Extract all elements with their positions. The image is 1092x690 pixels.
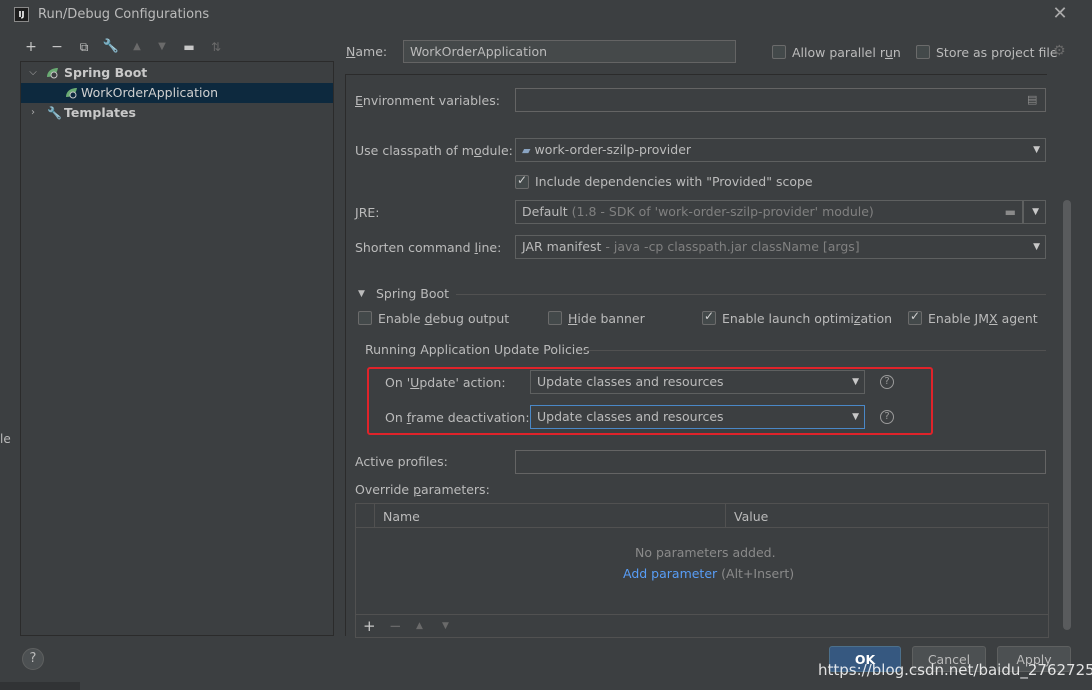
help-icon[interactable]: ? — [880, 375, 894, 389]
on-frame-deactivation-select[interactable]: Update classes and resources ▼ — [530, 405, 865, 429]
env-vars-input[interactable] — [515, 88, 1046, 112]
include-dependencies-checkbox[interactable] — [515, 173, 529, 189]
wrench-icon: 🔧 — [47, 106, 62, 120]
spring-boot-app-icon — [66, 88, 77, 99]
active-profiles-label: Active profiles: — [355, 454, 448, 469]
enable-jmx-agent-label: Enable JMX agent — [928, 311, 1038, 326]
column-header-name[interactable]: Name — [383, 509, 420, 524]
close-icon[interactable]: ✕ — [1050, 4, 1070, 24]
name-input[interactable]: WorkOrderApplication — [403, 40, 736, 63]
scroll-area-top-border — [345, 74, 1047, 75]
enable-launch-optimization-checkbox[interactable] — [702, 309, 716, 325]
chevron-down-icon[interactable]: ⌵ — [27, 63, 39, 83]
shorten-command-line-select[interactable]: JAR manifest - java -cp classpath.jar cl… — [515, 235, 1046, 259]
spring-boot-icon — [47, 68, 58, 79]
enable-debug-output-checkbox[interactable] — [358, 311, 372, 325]
override-parameters-table: Name Value No parameters added. Add para… — [355, 503, 1049, 638]
chevron-down-icon: ▼ — [1033, 145, 1040, 155]
new-folder-icon[interactable]: ▬ — [180, 38, 198, 56]
hide-banner-label: Hide banner — [568, 311, 645, 326]
on-update-action-select[interactable]: Update classes and resources ▼ — [530, 370, 865, 394]
on-update-action-label: On 'Update' action: — [385, 375, 506, 390]
column-divider — [374, 504, 375, 528]
empty-table-text: No parameters added. — [635, 545, 776, 560]
section-divider — [456, 294, 1046, 295]
tree-label-spring-boot: Spring Boot — [64, 65, 148, 80]
jre-label: JRE: — [355, 205, 380, 220]
update-policies-divider — [583, 350, 1046, 351]
remove-icon[interactable]: − — [389, 617, 402, 635]
classpath-label: Use classpath of module: — [355, 143, 513, 158]
chevron-right-icon[interactable]: › — [27, 103, 39, 123]
help-icon[interactable]: ? — [880, 410, 894, 424]
window-title: Run/Debug Configurations — [38, 7, 210, 22]
allow-parallel-run-label: Allow parallel run — [792, 45, 901, 60]
chevron-down-icon: ▼ — [1033, 242, 1040, 252]
table-toolbar-divider — [356, 614, 1048, 615]
column-header-value[interactable]: Value — [734, 509, 768, 524]
add-icon[interactable]: + — [22, 38, 40, 56]
allow-parallel-run-checkbox[interactable] — [772, 45, 786, 59]
intellij-app-icon: IJ — [14, 7, 29, 22]
add-icon[interactable]: + — [363, 617, 376, 635]
shorten-command-line-label: Shorten command line: — [355, 240, 502, 255]
override-parameters-label: Override parameters: — [355, 482, 490, 497]
jre-dropdown-button[interactable]: ▼ — [1023, 200, 1046, 224]
add-parameter-link[interactable]: Add parameter — [623, 566, 717, 581]
sort-icon[interactable]: ⇅ — [207, 38, 225, 56]
move-down-icon[interactable]: ▼ — [153, 38, 171, 56]
section-collapse-icon[interactable]: ▼ — [358, 289, 365, 299]
wrench-icon[interactable]: 🔧 — [102, 38, 120, 56]
left-edge-text: le — [0, 432, 11, 446]
configuration-tree: ⌵ Spring Boot WorkOrderApplication › 🔧 T… — [20, 61, 334, 636]
hide-banner-checkbox[interactable] — [548, 311, 562, 325]
bottom-strip — [0, 682, 80, 690]
tree-node-templates[interactable]: › 🔧 Templates — [21, 103, 333, 123]
document-icon[interactable]: ▤ — [1027, 93, 1037, 106]
enable-debug-output-label: Enable debug output — [378, 311, 510, 326]
scroll-area-left-border — [345, 74, 346, 636]
jre-select[interactable]: Default (1.8 - SDK of 'work-order-szilp-… — [515, 200, 1023, 224]
module-folder-icon: ▰ — [522, 144, 531, 157]
add-parameter-row: Add parameter (Alt+Insert) — [623, 566, 794, 581]
run-debug-dialog: IJ Run/Debug Configurations ✕ + − ⧉ 🔧 ▲ … — [0, 0, 1092, 690]
move-up-icon[interactable]: ▲ — [128, 38, 146, 56]
add-parameter-shortcut: (Alt+Insert) — [721, 566, 795, 581]
copy-icon[interactable]: ⧉ — [75, 38, 93, 56]
tree-node-spring-boot[interactable]: ⌵ Spring Boot — [21, 63, 333, 83]
tree-label-workorderapplication: WorkOrderApplication — [81, 85, 219, 100]
watermark-text: https://blog.csdn.net/baidu_27627251 — [818, 661, 1092, 679]
title-bar: IJ Run/Debug Configurations ✕ — [0, 0, 1092, 30]
on-frame-deactivation-label: On frame deactivation: — [385, 410, 530, 425]
move-down-icon[interactable]: ▼ — [442, 621, 449, 631]
remove-icon[interactable]: − — [48, 38, 66, 56]
table-header: Name Value — [356, 504, 1048, 528]
scrollbar-thumb[interactable] — [1063, 200, 1071, 630]
tree-label-templates: Templates — [64, 105, 136, 120]
spring-boot-section-title: Spring Boot — [376, 286, 450, 301]
move-up-icon[interactable]: ▲ — [416, 621, 423, 631]
help-icon[interactable]: ? — [22, 648, 44, 670]
chevron-down-icon: ▼ — [852, 412, 859, 422]
enable-jmx-agent-checkbox[interactable] — [908, 309, 922, 325]
gear-icon[interactable]: ⚙ — [1053, 43, 1066, 59]
update-policies-title: Running Application Update Policies — [365, 342, 590, 357]
store-as-project-file-label: Store as project file — [936, 45, 1058, 60]
env-vars-label: Environment variables: — [355, 93, 500, 108]
active-profiles-input[interactable] — [515, 450, 1046, 474]
column-divider — [725, 504, 726, 528]
name-label: Name: — [346, 44, 388, 59]
store-as-project-file-checkbox[interactable] — [916, 45, 930, 59]
tree-node-workorderapplication[interactable]: WorkOrderApplication — [21, 83, 333, 103]
enable-launch-optimization-label: Enable launch optimization — [722, 311, 893, 326]
chevron-down-icon: ▼ — [852, 377, 859, 387]
classpath-module-select[interactable]: ▰ work-order-szilp-provider ▼ — [515, 138, 1046, 162]
folder-icon[interactable]: ▬ — [1005, 201, 1016, 223]
include-dependencies-label: Include dependencies with "Provided" sco… — [535, 174, 813, 189]
chevron-down-icon: ▼ — [1032, 207, 1039, 217]
